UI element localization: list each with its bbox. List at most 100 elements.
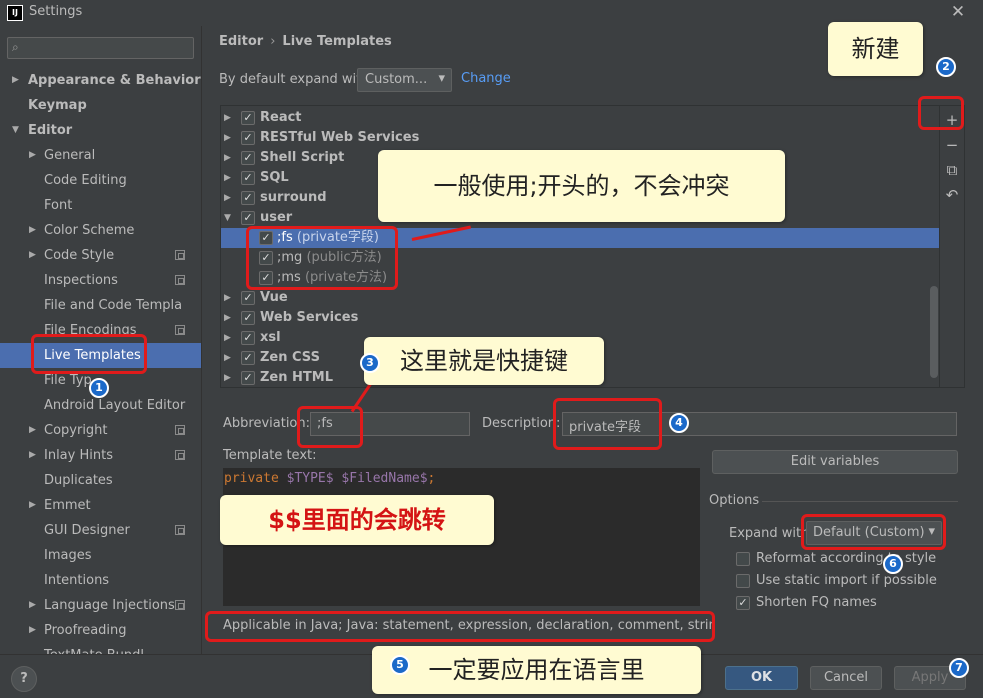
sidebar-item-images[interactable]: Images (0, 543, 201, 568)
templates-scrollbar[interactable] (930, 286, 938, 378)
annotation-box-applicable (205, 611, 715, 642)
group-checkbox[interactable]: ✓ (241, 191, 255, 205)
default-expand-select[interactable]: Custom... (357, 68, 452, 92)
chevron-right-icon: ▶ (29, 600, 36, 610)
sidebar-item-label: Color Scheme (44, 223, 135, 238)
sidebar-item-textmate-bundles[interactable]: TextMate Bundl (0, 643, 201, 654)
sidebar-item-general[interactable]: ▶ General (0, 143, 201, 168)
breadcrumb-parent[interactable]: Editor (219, 34, 263, 49)
code-variable: $TYPE$ (286, 471, 334, 486)
group-label: Zen CSS (260, 350, 320, 365)
reformat-checkbox[interactable] (736, 552, 750, 566)
sidebar-item-language-injections[interactable]: ▶ Language Injections (0, 593, 201, 618)
sidebar-item-label: Copyright (44, 423, 108, 438)
project-config-icon (175, 425, 185, 435)
search-icon: ⌕ (12, 40, 19, 54)
template-group-react[interactable]: ▶ ✓ React (221, 108, 939, 128)
sidebar-item-code-style[interactable]: ▶ Code Style (0, 243, 201, 268)
group-checkbox[interactable]: ✓ (241, 151, 255, 165)
chevron-down-icon: ▼ (12, 125, 19, 135)
annotation-badge-2: 2 (936, 57, 956, 77)
breadcrumb-separator: › (270, 34, 276, 49)
template-group-vue[interactable]: ▶ ✓ Vue (221, 288, 939, 308)
project-config-icon (175, 325, 185, 335)
default-expand-label: By default expand with (219, 72, 370, 87)
template-text-label: Template text: (223, 448, 317, 463)
template-group-restful[interactable]: ▶ ✓ RESTful Web Services (221, 128, 939, 148)
group-checkbox[interactable]: ✓ (241, 311, 255, 325)
sidebar-item-label: Inlay Hints (44, 448, 113, 463)
edit-variables-button[interactable]: Edit variables (712, 450, 958, 474)
group-checkbox[interactable]: ✓ (241, 171, 255, 185)
group-checkbox[interactable]: ✓ (241, 211, 255, 225)
sidebar-item-keymap[interactable]: Keymap (0, 93, 201, 118)
chevron-right-icon: ▶ (224, 113, 231, 123)
group-checkbox[interactable]: ✓ (241, 111, 255, 125)
template-group-web-services[interactable]: ▶ ✓ Web Services (221, 308, 939, 328)
reformat-label: Reformat according to style (756, 551, 937, 566)
sidebar-item-font[interactable]: Font (0, 193, 201, 218)
group-label: RESTful Web Services (260, 130, 420, 145)
group-checkbox[interactable]: ✓ (241, 131, 255, 145)
sidebar-item-proofreading[interactable]: ▶ Proofreading (0, 618, 201, 643)
static-import-label: Use static import if possible (756, 573, 937, 588)
group-checkbox[interactable]: ✓ (241, 331, 255, 345)
group-checkbox[interactable]: ✓ (241, 371, 255, 385)
annotation-badge-4: 4 (669, 413, 689, 433)
close-icon[interactable]: ✕ (948, 2, 968, 22)
group-label: xsl (260, 330, 281, 345)
sidebar-item-label: Editor (28, 123, 73, 138)
annotation-box-expand-with (801, 514, 946, 550)
chevron-right-icon: ▶ (224, 313, 231, 323)
project-config-icon (175, 525, 185, 535)
window-title: Settings (29, 4, 83, 19)
annotation-badge-1: 1 (89, 378, 109, 398)
group-label: user (260, 210, 293, 225)
group-label: surround (260, 190, 327, 205)
ok-button[interactable]: OK (725, 666, 798, 690)
sidebar-item-gui-designer[interactable]: GUI Designer (0, 518, 201, 543)
sidebar-item-label: Inspections (44, 273, 118, 288)
sidebar-item-color-scheme[interactable]: ▶ Color Scheme (0, 218, 201, 243)
sidebar-item-duplicates[interactable]: Duplicates (0, 468, 201, 493)
sidebar-item-editor[interactable]: ▼ Editor (0, 118, 201, 143)
chevron-right-icon: ▶ (29, 625, 36, 635)
remove-template-button[interactable]: − (940, 134, 964, 156)
help-button[interactable]: ? (11, 666, 37, 692)
revert-template-button[interactable]: ↶ (940, 184, 964, 206)
templates-toolbar: + − ⧉ ↶ (940, 105, 965, 388)
cancel-button[interactable]: Cancel (810, 666, 882, 690)
options-divider (762, 501, 958, 502)
sidebar-item-copyright[interactable]: ▶ Copyright (0, 418, 201, 443)
sidebar-item-appearance[interactable]: ▶ Appearance & Behavior (0, 68, 201, 93)
sidebar-item-inlay-hints[interactable]: ▶ Inlay Hints (0, 443, 201, 468)
group-checkbox[interactable]: ✓ (241, 351, 255, 365)
expand-with-label: Expand with (729, 526, 810, 541)
sidebar-item-emmet[interactable]: ▶ Emmet (0, 493, 201, 518)
group-label: Zen HTML (260, 370, 333, 385)
sidebar-item-label: Font (44, 198, 73, 213)
breadcrumb: Editor › Live Templates (219, 34, 392, 49)
annotation-note-new: 新建 (828, 22, 923, 76)
sidebar-item-code-editing[interactable]: Code Editing (0, 168, 201, 193)
settings-search[interactable]: ⌕ (7, 37, 194, 59)
sidebar-item-label: Emmet (44, 498, 91, 513)
chevron-right-icon: ▶ (224, 293, 231, 303)
static-import-checkbox[interactable] (736, 574, 750, 588)
sidebar-item-label: Language Injections (44, 598, 175, 613)
change-link[interactable]: Change (461, 71, 511, 86)
sidebar-item-label: TextMate Bundl (44, 643, 144, 654)
group-checkbox[interactable]: ✓ (241, 291, 255, 305)
sidebar-item-inspections[interactable]: Inspections (0, 268, 201, 293)
annotation-badge-5: 5 (390, 655, 410, 675)
shorten-fq-checkbox[interactable]: ✓ (736, 596, 750, 610)
copy-template-button[interactable]: ⧉ (940, 159, 964, 181)
group-label: Shell Script (260, 150, 345, 165)
sidebar-item-intentions[interactable]: Intentions (0, 568, 201, 593)
annotation-box-description (553, 398, 662, 450)
sidebar-item-file-code-templates[interactable]: File and Code Templa (0, 293, 201, 318)
group-label: React (260, 110, 302, 125)
search-input[interactable] (30, 40, 190, 56)
breadcrumb-current: Live Templates (282, 34, 392, 49)
annotation-box-live-templates (31, 334, 147, 374)
